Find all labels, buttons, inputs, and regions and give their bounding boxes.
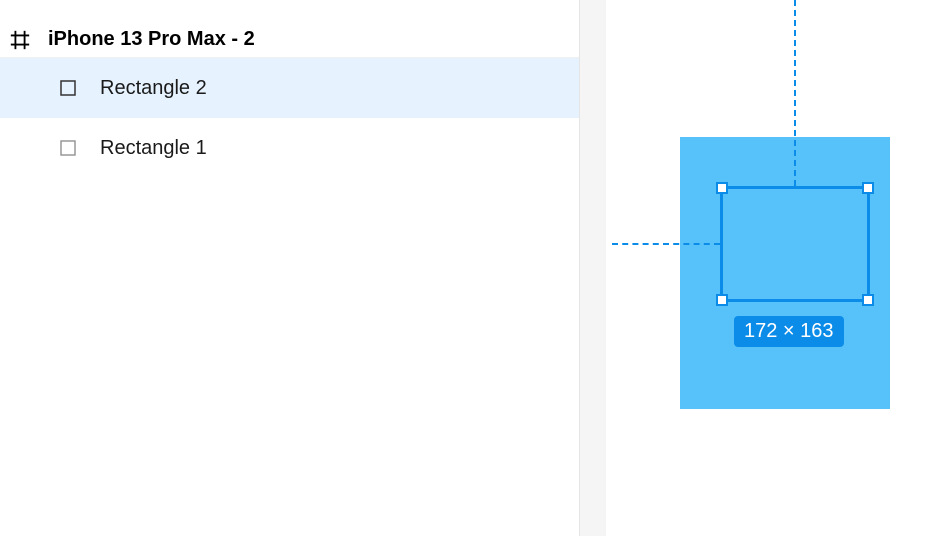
resize-handle-bottom-left[interactable] <box>716 294 728 306</box>
layer-row[interactable]: Rectangle 2 <box>0 58 579 118</box>
resize-handle-bottom-right[interactable] <box>862 294 874 306</box>
selected-shape[interactable] <box>720 186 870 302</box>
layer-label: Rectangle 2 <box>100 77 207 100</box>
frame-icon <box>8 28 32 52</box>
frame-row[interactable]: iPhone 13 Pro Max - 2 <box>0 22 579 58</box>
artboard[interactable]: 172 × 163 <box>606 0 926 536</box>
layer-label: Rectangle 1 <box>100 137 207 160</box>
selection-size-badge: 172 × 163 <box>734 316 844 347</box>
rectangle-icon <box>58 138 78 158</box>
layers-panel: iPhone 13 Pro Max - 2 Rectangle 2 Rectan… <box>0 0 580 536</box>
canvas[interactable]: 172 × 163 <box>580 0 926 536</box>
frame-label: iPhone 13 Pro Max - 2 <box>48 28 255 51</box>
rectangle-icon <box>58 78 78 98</box>
resize-handle-top-left[interactable] <box>716 182 728 194</box>
resize-handle-top-right[interactable] <box>862 182 874 194</box>
alignment-guide-vertical <box>794 0 796 186</box>
alignment-guide-horizontal <box>612 243 720 245</box>
layer-row[interactable]: Rectangle 1 <box>0 118 579 178</box>
